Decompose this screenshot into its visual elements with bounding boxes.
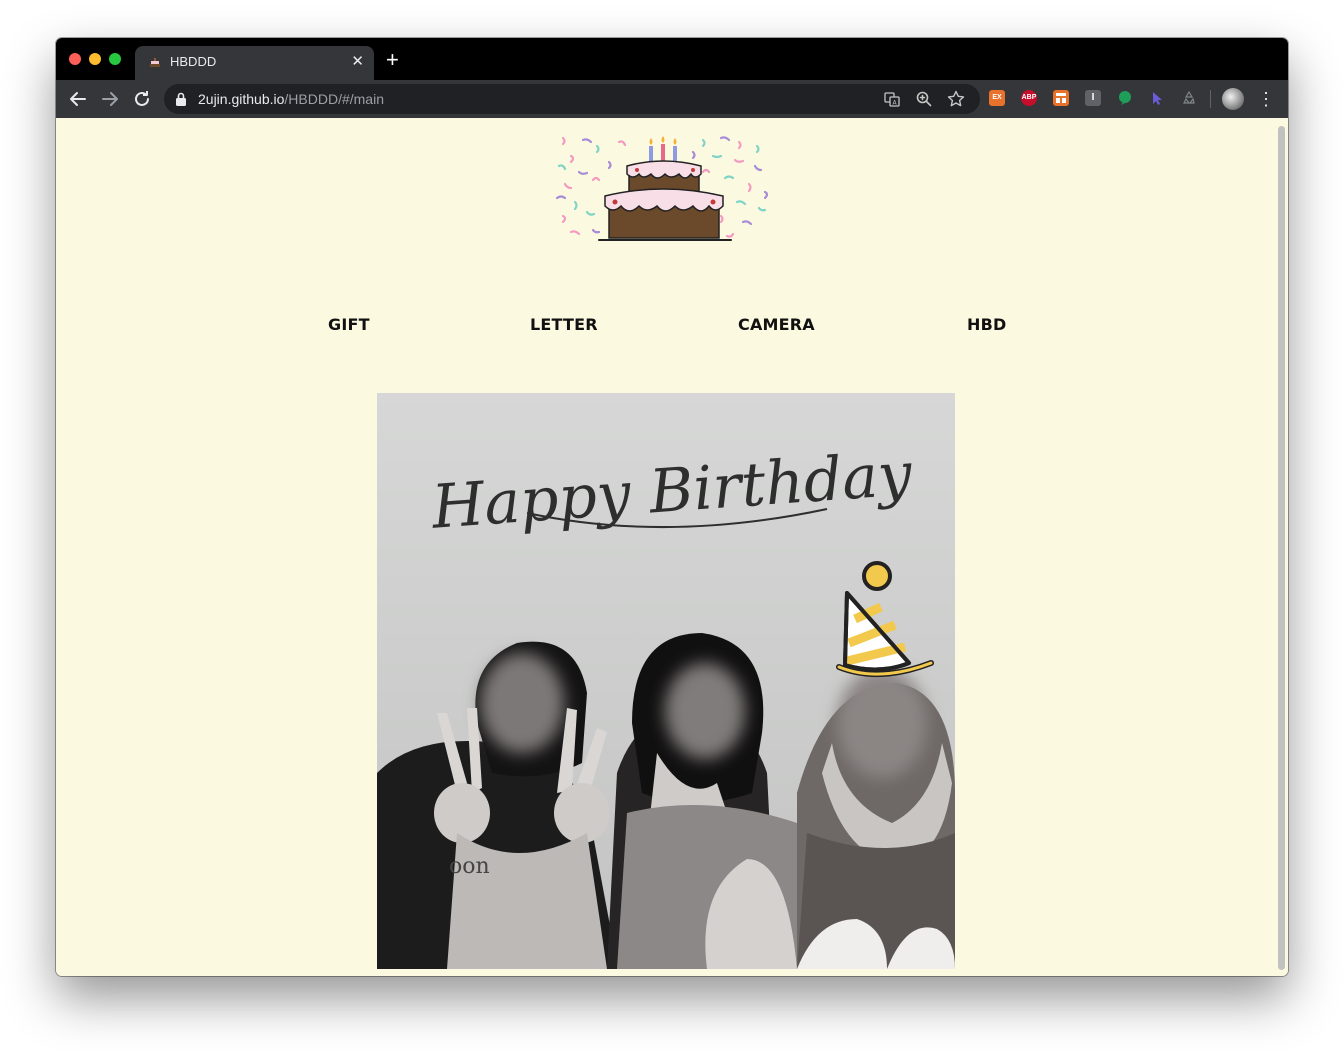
browser-toolbar: 2ujin.github.io/HBDDD/#/main A EX ABP I — [56, 80, 1288, 118]
cursor-extension-icon[interactable] — [1149, 90, 1165, 106]
forward-icon[interactable] — [98, 87, 122, 111]
back-icon[interactable] — [66, 87, 90, 111]
page-scrollbar[interactable] — [1275, 122, 1287, 974]
tab-hbddd[interactable]: HBDDD ✕ — [135, 46, 374, 80]
bookmark-star-icon[interactable] — [946, 89, 966, 109]
url-host: 2ujin.github.io — [198, 91, 285, 107]
zoom-icon[interactable] — [914, 89, 934, 109]
nav-gift-link[interactable]: GIFT — [328, 315, 370, 334]
nav-hbd-link[interactable]: HBD — [967, 315, 1006, 334]
ex-extension-icon[interactable]: EX — [989, 90, 1005, 106]
adblock-plus-extension-icon[interactable]: ABP — [1021, 90, 1037, 106]
url-text[interactable]: 2ujin.github.io/HBDDD/#/main — [198, 91, 384, 107]
toolbar-separator — [1210, 90, 1211, 108]
kebab-menu-icon[interactable]: ⋮ — [1257, 87, 1275, 111]
nav-letter-link[interactable]: LETTER — [530, 315, 598, 334]
green-balloon-extension-icon[interactable] — [1117, 90, 1133, 106]
i-extension-icon[interactable]: I — [1085, 90, 1101, 106]
tab-title: HBDDD — [170, 54, 217, 69]
nav-camera-link[interactable]: CAMERA — [738, 315, 815, 334]
lock-icon[interactable] — [175, 91, 187, 107]
minimize-window-button[interactable] — [89, 53, 101, 65]
tab-close-icon[interactable]: ✕ — [351, 52, 364, 70]
scrollbar-thumb[interactable] — [1278, 126, 1285, 970]
layout-extension-icon[interactable] — [1053, 90, 1069, 106]
profile-avatar[interactable] — [1222, 88, 1244, 110]
browser-window: HBDDD ✕ + 2ujin.github.io/HBDDD/#/main A — [56, 38, 1288, 976]
cake-favicon-icon — [148, 55, 162, 69]
address-bar[interactable]: 2ujin.github.io/HBDDD/#/main A — [164, 84, 980, 114]
birthday-cake-logo[interactable] — [553, 132, 777, 252]
recycle-extension-icon[interactable] — [1181, 90, 1197, 106]
fullscreen-window-button[interactable] — [109, 53, 121, 65]
birthday-photo: Happy Birthday oon — [377, 393, 955, 969]
tab-strip: HBDDD ✕ + — [56, 38, 1288, 80]
reload-icon[interactable] — [130, 87, 154, 111]
page-content: GIFT LETTER CAMERA HBD Happy Birthday oo… — [56, 118, 1288, 976]
new-tab-button[interactable]: + — [386, 49, 399, 71]
url-path: /HBDDD/#/main — [284, 91, 384, 107]
translate-icon[interactable]: A — [882, 89, 902, 109]
close-window-button[interactable] — [69, 53, 81, 65]
svg-text:oon: oon — [449, 854, 490, 879]
